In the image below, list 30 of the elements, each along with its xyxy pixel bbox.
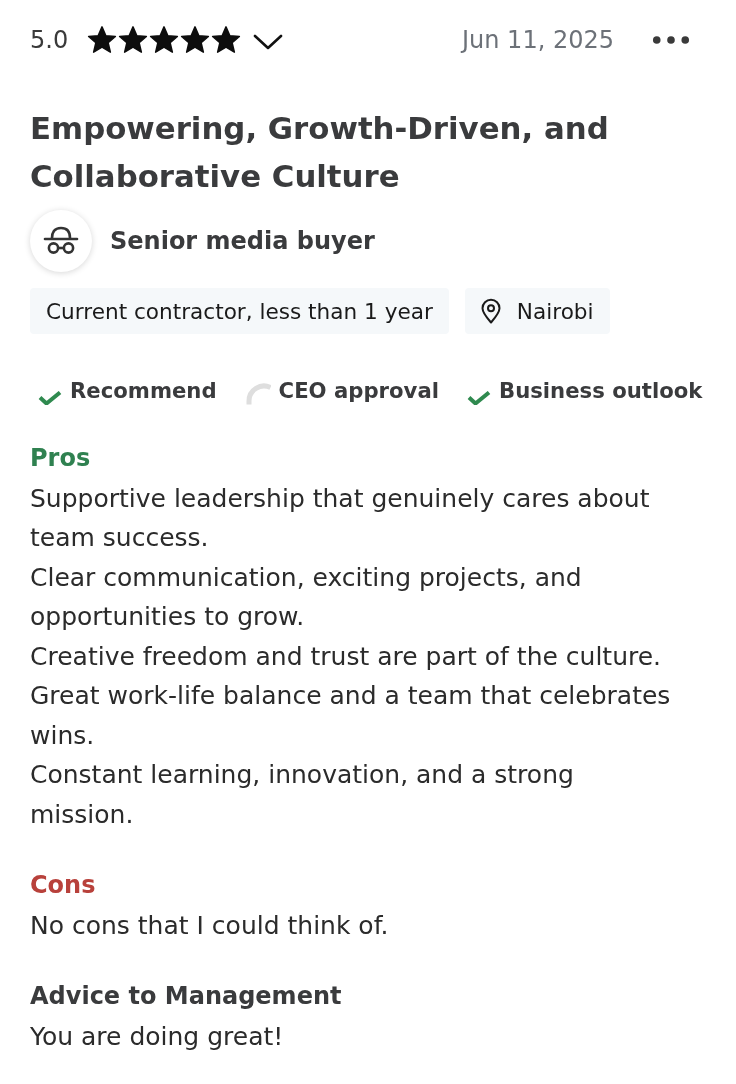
star-icon <box>180 25 211 55</box>
indicator-label: Recommend <box>70 377 217 405</box>
review-text: Creative freedom and trust are part of the culture. <box>30 640 663 673</box>
chevron-down-icon[interactable] <box>253 33 284 51</box>
tag-text: Current contractor, less than 1 year <box>46 298 433 324</box>
location-pin-icon <box>480 298 501 324</box>
star-icon <box>149 25 180 55</box>
review-date: Jun 11, 2025 <box>462 26 614 54</box>
more-options-icon[interactable] <box>652 35 690 45</box>
rating-value: 5.0 <box>30 26 69 54</box>
review-text: No cons that I could think of. <box>30 909 390 942</box>
review-text: Supportive leadership that genuinely cares about team success. <box>30 482 651 554</box>
review-text: Great work-life balance and a team that celebrates wins. <box>30 680 672 752</box>
check-icon <box>467 391 491 405</box>
review-text: You are doing great! <box>30 1020 285 1053</box>
check-icon <box>38 391 62 405</box>
tag-text: Nairobi <box>516 298 594 324</box>
star-icon <box>87 25 118 55</box>
review-text: Clear communication, exciting projects, and opportunities to grow. <box>30 561 583 633</box>
review-text: Constant learning, innovation, and a strong mission. <box>30 759 575 831</box>
pros-heading: Pros <box>30 443 92 474</box>
indicator-label: Business outlook <box>499 377 703 405</box>
cons-heading: Cons <box>30 870 97 901</box>
star-icon <box>211 25 242 55</box>
star-icon <box>118 25 149 55</box>
author-role: Senior media buyer <box>110 227 375 255</box>
indicator-label: CEO approval <box>278 377 439 405</box>
hat-glasses-icon <box>30 210 92 272</box>
review-title: Empowering, Growth-Driven, and Collaborative Culture <box>30 109 610 196</box>
advice-heading: Advice to Management <box>30 981 343 1012</box>
